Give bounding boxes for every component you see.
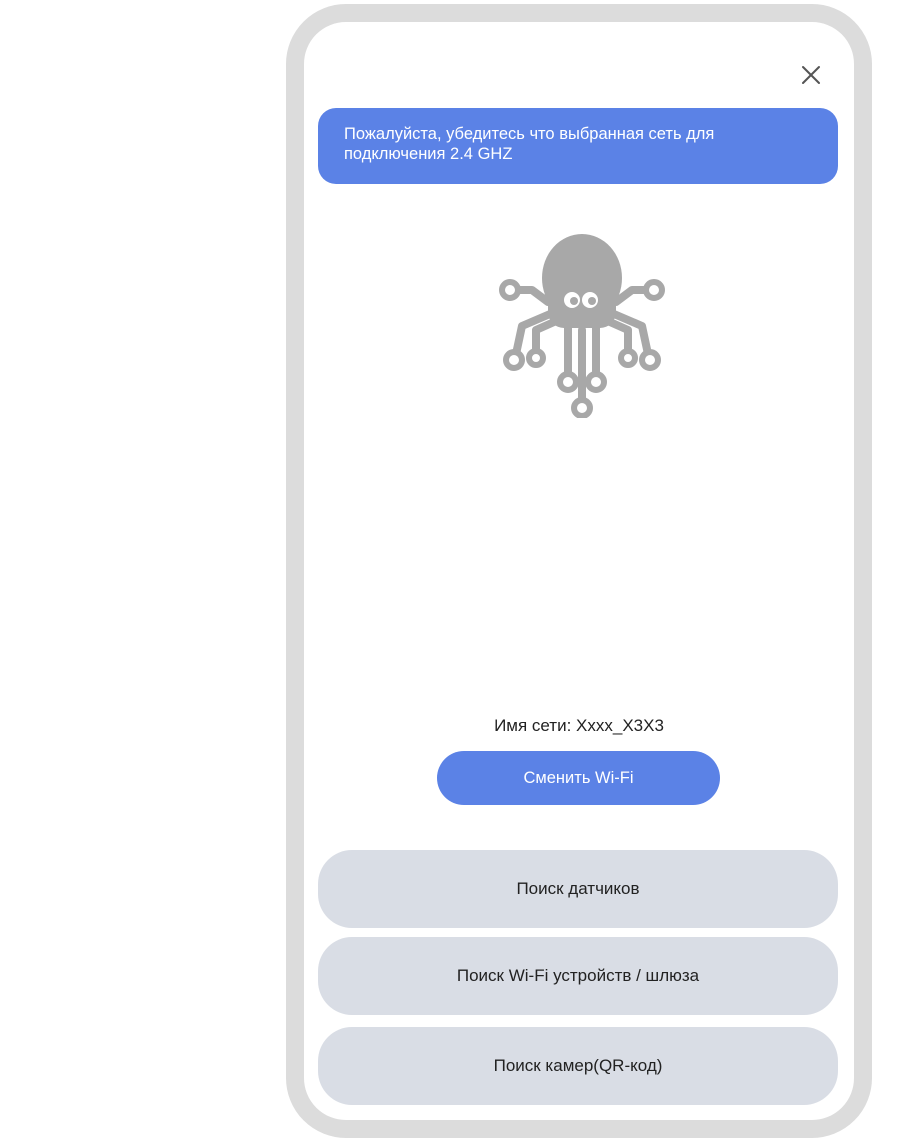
- search-sensors-button[interactable]: Поиск датчиков: [318, 850, 838, 928]
- network-name-row: Имя сети: Xxxx_X3X3: [304, 716, 854, 736]
- network-warning-banner: Пожалуйста, убедитесь что выбранная сеть…: [318, 108, 838, 184]
- octopus-icon: [499, 234, 665, 418]
- search-cameras-qr-button[interactable]: Поиск камер(QR-код): [318, 1027, 838, 1105]
- search-wifi-devices-button[interactable]: Поиск Wi-Fi устройств / шлюза: [318, 937, 838, 1015]
- close-icon[interactable]: [798, 62, 824, 88]
- network-name-value: Xxxx_X3X3: [576, 716, 664, 735]
- network-name-label: Имя сети:: [494, 716, 572, 735]
- banner-text: Пожалуйста, убедитесь что выбранная сеть…: [344, 125, 715, 163]
- phone-frame: Пожалуйста, убедитесь что выбранная сеть…: [286, 4, 872, 1138]
- change-wifi-button[interactable]: Сменить Wi-Fi: [437, 751, 720, 805]
